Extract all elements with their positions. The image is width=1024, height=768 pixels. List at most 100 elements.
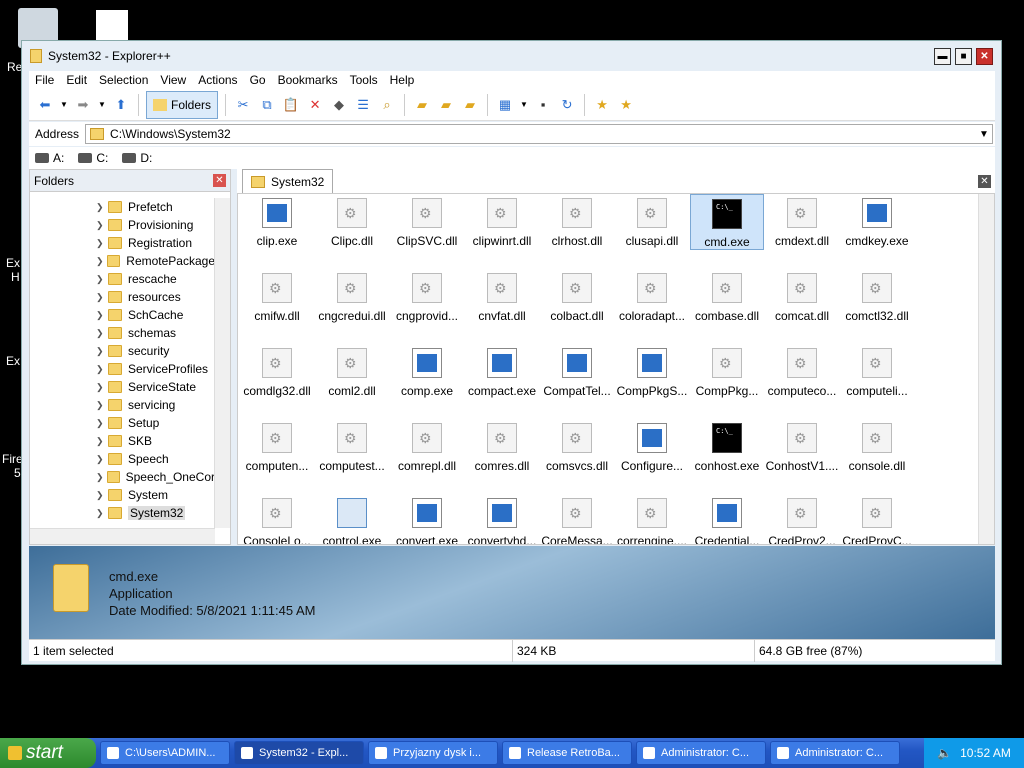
tree-item[interactable]: ❯ Prefetch [30, 198, 215, 216]
file-list-scrollbar[interactable] [978, 194, 994, 544]
chevron-right-icon[interactable]: ❯ [96, 472, 107, 483]
tree-item[interactable]: ❯ System [30, 486, 215, 504]
cut-icon[interactable]: ✂ [233, 95, 253, 115]
chevron-right-icon[interactable]: ❯ [96, 364, 108, 375]
chevron-right-icon[interactable]: ❯ [96, 346, 108, 357]
file-item[interactable]: ClipSVC.dll [390, 194, 464, 250]
file-item[interactable]: CredProv2... [765, 494, 839, 544]
file-item[interactable]: colbact.dll [540, 269, 614, 325]
file-item[interactable]: console.dll [840, 419, 914, 475]
back-icon[interactable]: ⬅ [35, 95, 55, 115]
taskbar-button[interactable]: C:\Users\ADMIN... [100, 741, 230, 765]
delete-permanently-icon[interactable]: ◆ [329, 95, 349, 115]
drive-a[interactable]: A: [35, 151, 64, 165]
chevron-right-icon[interactable]: ❯ [96, 220, 108, 231]
file-item[interactable]: coloradapt... [615, 269, 689, 325]
file-item[interactable]: Configure... [615, 419, 689, 475]
file-item[interactable]: computest... [315, 419, 389, 475]
menu-tools[interactable]: Tools [344, 73, 384, 87]
chevron-right-icon[interactable]: ❯ [96, 418, 108, 429]
chevron-right-icon[interactable]: ❯ [96, 292, 108, 303]
maximize-button[interactable]: ■ [955, 48, 972, 65]
tab-system32[interactable]: System32 [242, 169, 334, 193]
menu-edit[interactable]: Edit [60, 73, 93, 87]
refresh-icon[interactable]: ↻ [557, 95, 577, 115]
file-item[interactable]: cmifw.dll [240, 269, 314, 325]
start-button[interactable]: start [0, 738, 96, 768]
file-item[interactable]: CredProvC... [840, 494, 914, 544]
file-item[interactable]: ConhostV1.... [765, 419, 839, 475]
file-item[interactable]: clip.exe [240, 194, 314, 250]
file-item[interactable]: ConsoleLo... [240, 494, 314, 544]
file-item[interactable]: comres.dll [465, 419, 539, 475]
move-to-folder-icon[interactable]: ▰ [460, 95, 480, 115]
file-item[interactable]: cmd.exe [690, 194, 764, 250]
speaker-icon[interactable]: 🔈 [937, 746, 952, 760]
file-item[interactable]: clrhost.dll [540, 194, 614, 250]
file-item[interactable]: comctl32.dll [840, 269, 914, 325]
file-item[interactable]: combase.dll [690, 269, 764, 325]
menu-actions[interactable]: Actions [192, 73, 243, 87]
tree-item[interactable]: ❯ schemas [30, 324, 215, 342]
menu-file[interactable]: File [29, 73, 60, 87]
file-item[interactable]: cmdkey.exe [840, 194, 914, 250]
copy-icon[interactable]: ⧉ [257, 95, 277, 115]
paste-icon[interactable]: 📋 [281, 95, 301, 115]
drive-c[interactable]: C: [78, 151, 108, 165]
tree-item[interactable]: ❯ RemotePackage [30, 252, 215, 270]
menu-go[interactable]: Go [244, 73, 272, 87]
file-item[interactable]: Clipc.dll [315, 194, 389, 250]
forward-icon[interactable]: ➡ [73, 95, 93, 115]
file-item[interactable]: cngcredui.dll [315, 269, 389, 325]
tree-item[interactable]: ❯ resources [30, 288, 215, 306]
drive-d[interactable]: D: [122, 151, 152, 165]
chevron-right-icon[interactable]: ❯ [96, 382, 108, 393]
up-icon[interactable]: ⬆ [111, 95, 131, 115]
new-folder-icon[interactable]: ▰ [412, 95, 432, 115]
tree-horizontal-scrollbar[interactable] [30, 528, 215, 544]
tree-item[interactable]: ❯ rescache [30, 270, 215, 288]
tree-item[interactable]: ❯ SchCache [30, 306, 215, 324]
properties-icon[interactable]: ☰ [353, 95, 373, 115]
clock[interactable]: 10:52 AM [960, 746, 1011, 760]
chevron-right-icon[interactable]: ❯ [96, 238, 108, 249]
file-item[interactable]: convert.exe [390, 494, 464, 544]
add-bookmark-icon[interactable]: ★ [592, 95, 612, 115]
file-item[interactable]: coml2.dll [315, 344, 389, 400]
file-item[interactable]: comcat.dll [765, 269, 839, 325]
file-item[interactable]: Credential... [690, 494, 764, 544]
file-item[interactable]: clusapi.dll [615, 194, 689, 250]
tree-item[interactable]: ❯ System32 [30, 504, 215, 522]
menu-selection[interactable]: Selection [93, 73, 154, 87]
file-item[interactable]: comdlg32.dll [240, 344, 314, 400]
address-input[interactable]: C:\Windows\System32 ▼ [85, 124, 993, 144]
file-item[interactable]: computeco... [765, 344, 839, 400]
title-bar[interactable]: System32 - Explorer++ ▬ ■ ✕ [22, 41, 1001, 71]
tree-item[interactable]: ❯ Speech [30, 450, 215, 468]
tree-item[interactable]: ❯ Provisioning [30, 216, 215, 234]
file-item[interactable]: conhost.exe [690, 419, 764, 475]
chevron-right-icon[interactable]: ❯ [96, 202, 108, 213]
tree-item[interactable]: ❯ servicing [30, 396, 215, 414]
taskbar-button[interactable]: Release RetroBa... [502, 741, 632, 765]
menu-bookmarks[interactable]: Bookmarks [272, 73, 344, 87]
file-item[interactable]: CompPkg... [690, 344, 764, 400]
tree-item[interactable]: ❯ Registration [30, 234, 215, 252]
chevron-down-icon[interactable]: ▼ [97, 95, 107, 115]
close-button[interactable]: ✕ [976, 48, 993, 65]
copy-to-folder-icon[interactable]: ▰ [436, 95, 456, 115]
file-item[interactable]: clipwinrt.dll [465, 194, 539, 250]
delete-icon[interactable]: ✕ [305, 95, 325, 115]
file-item[interactable]: cnvfat.dll [465, 269, 539, 325]
views-icon[interactable]: ▦ [495, 95, 515, 115]
folders-button[interactable]: Folders [146, 90, 219, 119]
tree-item[interactable]: ❯ Setup [30, 414, 215, 432]
file-item[interactable]: compact.exe [465, 344, 539, 400]
chevron-down-icon[interactable]: ▼ [59, 95, 69, 115]
file-item[interactable]: control.exe [315, 494, 389, 544]
tree-item[interactable]: ❯ ServiceProfiles [30, 360, 215, 378]
tree-item[interactable]: ❯ security [30, 342, 215, 360]
tree-item[interactable]: ❯ ServiceState [30, 378, 215, 396]
file-item[interactable]: comsvcs.dll [540, 419, 614, 475]
chevron-right-icon[interactable]: ❯ [96, 454, 108, 465]
